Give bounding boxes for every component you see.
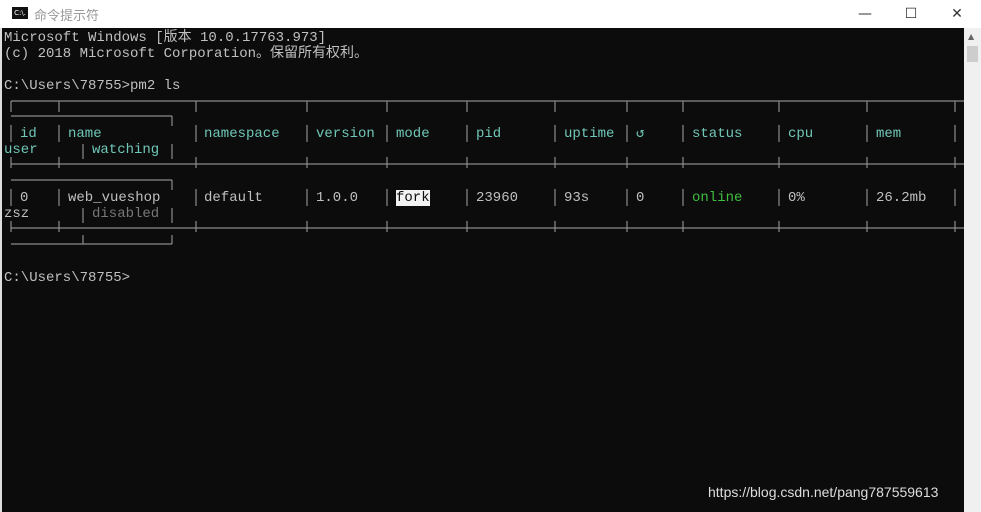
minimize-button[interactable]: — — [842, 0, 888, 28]
cell-status: online — [692, 190, 743, 206]
header-mem: mem — [876, 126, 902, 142]
cmd-icon: C:\. — [12, 7, 28, 19]
cell-watching: disabled — [92, 206, 160, 222]
scrollbar-thumb[interactable] — [967, 46, 978, 62]
maximize-button[interactable]: ☐ — [888, 0, 934, 28]
scroll-up-icon[interactable]: ▲ — [968, 32, 974, 41]
header-pid: pid — [476, 126, 502, 142]
version-line: Microsoft Windows [版本 10.0.17763.973] — [4, 30, 327, 46]
header-cpu: cpu — [788, 126, 814, 142]
header-namespace: namespace — [204, 126, 280, 142]
cell-uptime: 93s — [564, 190, 590, 206]
vertical-scrollbar[interactable]: ▲ — [964, 28, 981, 512]
cell-name: web_vueshop — [68, 190, 161, 206]
header-status: status — [692, 126, 743, 142]
header-mode: mode — [396, 126, 430, 142]
cell-mem: 26.2mb — [876, 190, 927, 206]
cell-mode: fork — [396, 190, 430, 206]
header-uptime: uptime — [564, 126, 615, 142]
cell-user: zsz — [4, 206, 30, 222]
header-name: name — [68, 126, 102, 142]
header-user: user — [4, 142, 38, 158]
console-output[interactable]: Microsoft Windows [版本 10.0.17763.973] (c… — [0, 28, 964, 512]
command-line: C:\Users\78755>pm2 ls — [4, 78, 181, 94]
copyright-line: (c) 2018 Microsoft Corporation。保留所有权利。 — [4, 46, 369, 62]
header-restarts: ↺ — [636, 126, 645, 142]
cell-restarts: 0 — [636, 190, 645, 206]
cell-id: 0 — [20, 190, 29, 206]
cell-cpu: 0% — [788, 190, 805, 206]
close-button[interactable]: ✕ — [934, 0, 980, 28]
watermark: https://blog.csdn.net/pang787559613 — [708, 484, 939, 500]
cell-pid: 23960 — [476, 190, 519, 206]
header-version: version — [316, 126, 375, 142]
header-id: id — [20, 126, 37, 142]
cell-version: 1.0.0 — [316, 190, 359, 206]
cell-namespace: default — [204, 190, 263, 206]
title-bar: C:\. 命令提示符 — ☐ ✕ — [0, 0, 981, 28]
window-title: 命令提示符 — [34, 9, 100, 24]
table-borders — [10, 100, 964, 245]
final-prompt: C:\Users\78755> — [4, 270, 131, 286]
header-watching: watching — [92, 142, 160, 158]
